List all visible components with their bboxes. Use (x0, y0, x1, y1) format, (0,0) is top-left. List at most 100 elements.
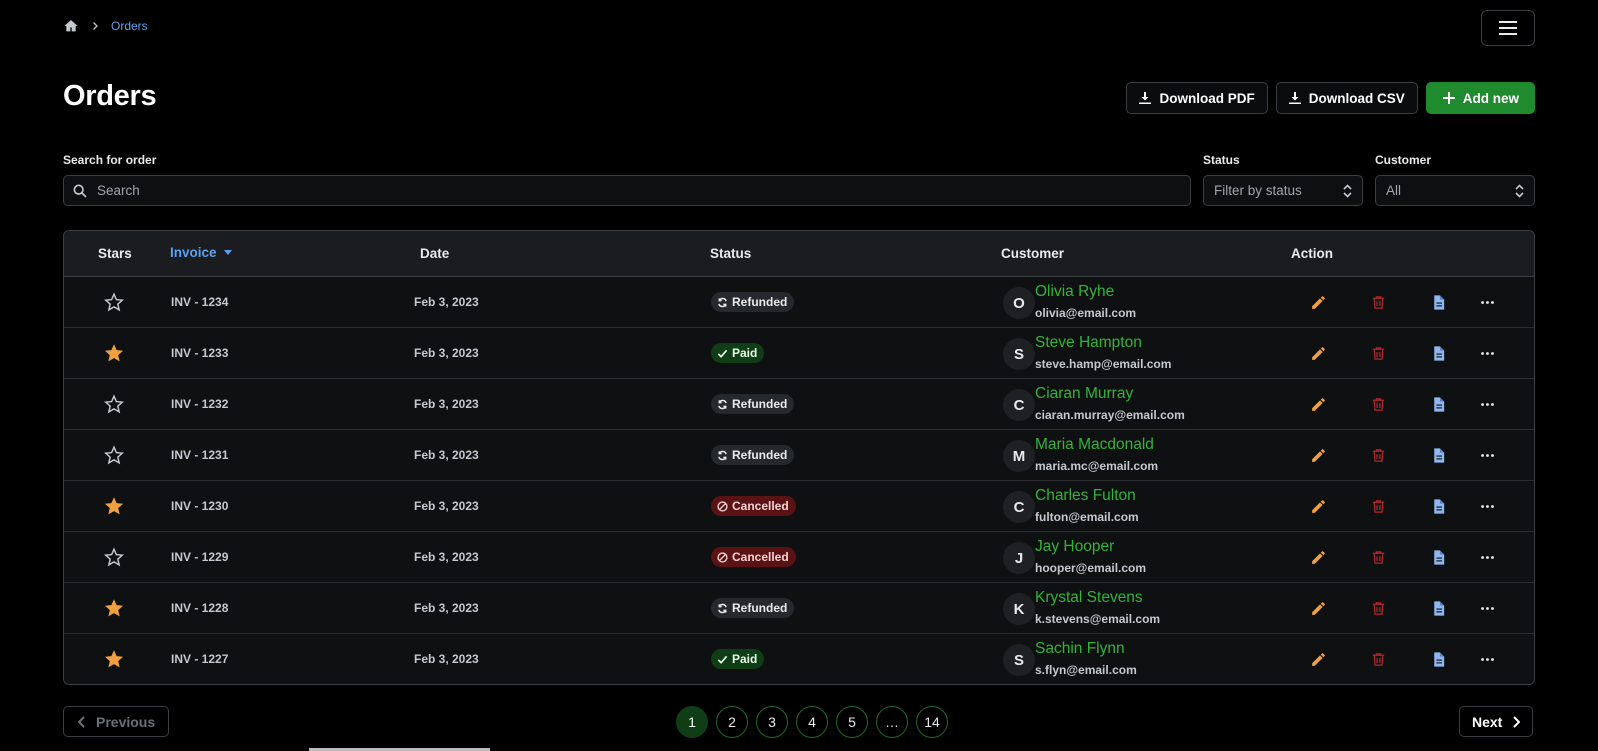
avatar: C (1003, 491, 1035, 523)
page-number-button[interactable]: 1 (676, 706, 708, 738)
customer-name[interactable]: Krystal Stevens (1035, 589, 1143, 607)
more-actions-button[interactable] (1478, 344, 1497, 363)
table-row[interactable]: INV - 1230 Feb 3, 2023 Cancelled C Charl… (64, 481, 1534, 532)
delete-button[interactable] (1369, 497, 1388, 516)
customer-name[interactable]: Maria Macdonald (1035, 436, 1154, 454)
delete-button[interactable] (1369, 293, 1388, 312)
next-button[interactable]: Next (1459, 706, 1534, 737)
page-number-button[interactable]: 5 (836, 706, 868, 738)
table-row[interactable]: INV - 1228 Feb 3, 2023 Refunded K Krysta… (64, 583, 1534, 634)
table-row[interactable]: INV - 1227 Feb 3, 2023 Paid S Sachin Fly… (64, 634, 1534, 684)
view-document-button[interactable] (1429, 344, 1448, 363)
more-actions-button[interactable] (1478, 293, 1497, 312)
avatar: O (1003, 287, 1035, 319)
invoice-number: INV - 1233 (171, 346, 229, 360)
more-actions-button[interactable] (1478, 650, 1497, 669)
breadcrumb-orders[interactable]: Orders (111, 19, 148, 33)
view-document-button[interactable] (1429, 599, 1448, 618)
table-row[interactable]: INV - 1231 Feb 3, 2023 Refunded M Maria … (64, 430, 1534, 481)
page-number-button[interactable]: 2 (716, 706, 748, 738)
search-input[interactable] (97, 183, 1097, 198)
order-date: Feb 3, 2023 (414, 550, 479, 564)
search-field (63, 175, 1191, 206)
table-row[interactable]: INV - 1229 Feb 3, 2023 Cancelled J Jay H… (64, 532, 1534, 583)
status-badge-label: Refunded (732, 295, 788, 309)
more-horizontal-icon (1481, 556, 1494, 559)
page-number-button[interactable]: … (876, 706, 908, 738)
download-icon (1139, 92, 1152, 104)
star-filled-icon[interactable] (103, 342, 125, 364)
column-invoice-sort[interactable]: Invoice (170, 245, 232, 260)
page-number-button[interactable]: 4 (796, 706, 828, 738)
order-date: Feb 3, 2023 (414, 397, 479, 411)
column-status: Status (710, 246, 752, 261)
edit-button[interactable] (1309, 293, 1328, 312)
delete-button[interactable] (1369, 446, 1388, 465)
page-number-button[interactable]: 14 (916, 706, 948, 738)
customer-name[interactable]: Sachin Flynn (1035, 640, 1125, 658)
column-date: Date (420, 246, 450, 261)
edit-button[interactable] (1309, 395, 1328, 414)
add-new-button[interactable]: Add new (1425, 82, 1535, 114)
customer-name[interactable]: Jay Hooper (1035, 538, 1114, 556)
edit-button[interactable] (1309, 446, 1328, 465)
table-row[interactable]: INV - 1233 Feb 3, 2023 Paid S Steve Hamp… (64, 328, 1534, 379)
status-select-value: Filter by status (1214, 183, 1302, 198)
more-actions-button[interactable] (1478, 599, 1497, 618)
edit-button[interactable] (1309, 497, 1328, 516)
table-row[interactable]: INV - 1232 Feb 3, 2023 Refunded C Ciaran… (64, 379, 1534, 430)
star-outline-icon[interactable] (103, 393, 125, 415)
status-badge: Refunded (711, 445, 795, 465)
status-select[interactable]: Filter by status (1203, 175, 1363, 206)
star-filled-icon[interactable] (103, 495, 125, 517)
star-filled-icon[interactable] (103, 597, 125, 619)
customer-name[interactable]: Ciaran Murray (1035, 385, 1133, 403)
more-actions-button[interactable] (1478, 548, 1497, 567)
view-document-button[interactable] (1429, 446, 1448, 465)
trash-icon (1372, 653, 1385, 666)
view-document-button[interactable] (1429, 548, 1448, 567)
more-actions-button[interactable] (1478, 497, 1497, 516)
star-outline-icon[interactable] (103, 444, 125, 466)
more-horizontal-icon (1481, 607, 1494, 610)
customer-name[interactable]: Steve Hampton (1035, 334, 1142, 352)
customer-select[interactable]: All (1375, 175, 1535, 206)
edit-button[interactable] (1309, 650, 1328, 669)
delete-button[interactable] (1369, 395, 1388, 414)
edit-button[interactable] (1309, 548, 1328, 567)
page-number-button[interactable]: 3 (756, 706, 788, 738)
delete-button[interactable] (1369, 344, 1388, 363)
customer-name[interactable]: Charles Fulton (1035, 487, 1136, 505)
star-outline-icon[interactable] (103, 546, 125, 568)
status-badge: Cancelled (711, 547, 796, 567)
block-icon (717, 500, 728, 512)
more-actions-button[interactable] (1478, 395, 1497, 414)
menu-button[interactable] (1481, 10, 1535, 46)
view-document-button[interactable] (1429, 650, 1448, 669)
view-document-button[interactable] (1429, 497, 1448, 516)
invoice-number: INV - 1230 (171, 499, 229, 513)
pencil-icon (1312, 449, 1325, 462)
star-outline-icon[interactable] (103, 291, 125, 313)
star-filled-icon[interactable] (103, 648, 125, 670)
delete-button[interactable] (1369, 650, 1388, 669)
home-icon[interactable] (63, 18, 79, 34)
invoice-number: INV - 1234 (171, 295, 229, 309)
delete-button[interactable] (1369, 548, 1388, 567)
customer-name[interactable]: Olivia Ryhe (1035, 283, 1114, 301)
delete-button[interactable] (1369, 599, 1388, 618)
table-row[interactable]: INV - 1234 Feb 3, 2023 Refunded O Olivia… (64, 277, 1534, 328)
document-icon (1434, 346, 1445, 361)
more-actions-button[interactable] (1478, 446, 1497, 465)
download-pdf-button[interactable]: Download PDF (1126, 82, 1268, 114)
refresh-icon (718, 603, 727, 613)
previous-button[interactable]: Previous (63, 706, 170, 737)
customer-email: fulton@email.com (1035, 510, 1139, 524)
view-document-button[interactable] (1429, 395, 1448, 414)
view-document-button[interactable] (1429, 293, 1448, 312)
download-csv-button[interactable]: Download CSV (1275, 82, 1418, 114)
edit-button[interactable] (1309, 599, 1328, 618)
edit-button[interactable] (1309, 344, 1328, 363)
avatar: C (1003, 389, 1035, 421)
customer-email: k.stevens@email.com (1035, 612, 1161, 626)
